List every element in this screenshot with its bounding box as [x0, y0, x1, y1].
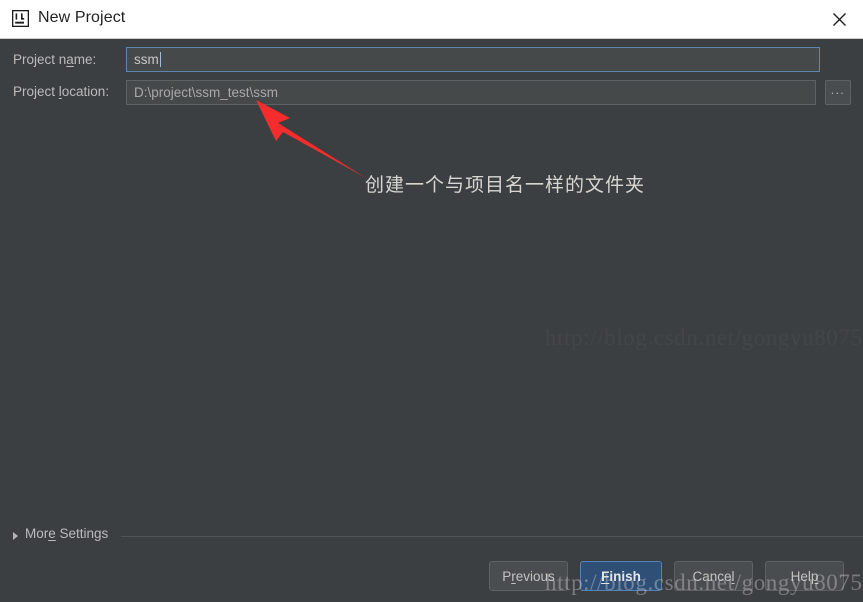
project-location-value: D:\project\ssm_test\ssm — [134, 85, 279, 100]
new-project-dialog: New Project Project name: ssm Project lo… — [0, 0, 863, 602]
previous-button[interactable]: Pr evious — [489, 561, 568, 591]
cancel-button-label-mnemonic: l — [731, 568, 735, 584]
help-button-label-mnemonic: p — [810, 568, 819, 584]
cancel-button[interactable]: Cance l — [674, 561, 753, 591]
project-location-input[interactable]: D:\project\ssm_test\ssm — [126, 80, 816, 105]
window-title: New Project — [38, 9, 126, 26]
more-settings-label-prefix: Mor — [25, 526, 49, 541]
finish-button-label-mnemonic: F — [601, 568, 610, 584]
project-name-label-prefix: Project n — [13, 52, 67, 67]
previous-button-label-suffix: evious — [515, 568, 555, 584]
intellij-idea-icon — [11, 9, 30, 28]
previous-button-label-prefix: P — [502, 568, 512, 584]
text-caret — [159, 52, 161, 67]
project-name-input[interactable]: ssm — [126, 47, 820, 72]
help-button[interactable]: Hel p — [765, 561, 844, 591]
more-settings-label[interactable]: More Settings — [25, 526, 108, 541]
ellipsis-icon: ... — [830, 83, 846, 97]
red-arrow-icon — [250, 96, 370, 186]
project-location-label: Project location: — [13, 84, 109, 99]
project-name-value: ssm — [134, 52, 159, 67]
more-settings-row[interactable]: More Settings — [0, 526, 863, 547]
help-button-label-prefix: Hel — [790, 568, 811, 584]
project-location-label-suffix: ocation: — [61, 84, 110, 99]
project-name-label: Project name: — [13, 52, 96, 67]
finish-button-label-suffix: inish — [609, 568, 641, 584]
project-name-label-mnemonic: a — [66, 52, 74, 67]
separator — [121, 536, 863, 537]
project-location-label-prefix: Project — [13, 84, 59, 99]
close-icon[interactable] — [816, 0, 863, 38]
project-name-label-suffix: me: — [73, 52, 97, 67]
more-settings-label-mnemonic: e — [48, 526, 56, 541]
title-bar: New Project — [0, 0, 863, 39]
finish-button[interactable]: Finish — [580, 561, 662, 591]
chevron-right-icon[interactable] — [13, 532, 18, 540]
watermark-middle: http://blog.csdn.net/gongyu8075 — [545, 325, 863, 351]
browse-folder-button[interactable]: ... — [825, 80, 851, 105]
annotation-text: 创建一个与项目名一样的文件夹 — [365, 174, 646, 196]
cancel-button-label-prefix: Cance — [692, 568, 732, 584]
more-settings-label-suffix: Settings — [55, 526, 109, 541]
